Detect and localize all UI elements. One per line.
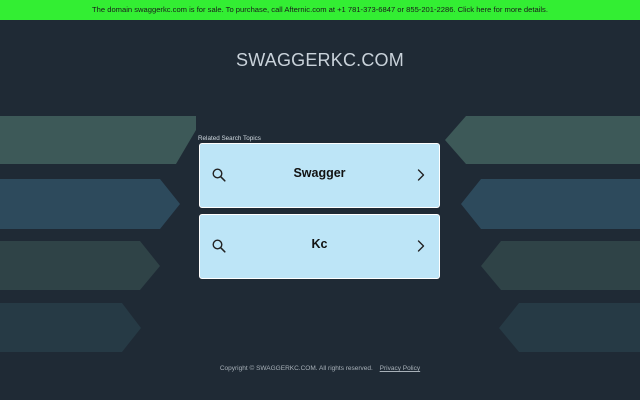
topic-label: Kc — [311, 237, 328, 251]
copyright-text: Copyright © SWAGGERKC.COM. All rights re… — [219, 365, 373, 372]
topic-card-kc[interactable]: Kc — [199, 214, 440, 279]
related-topics-label: Related Search Topics — [198, 135, 261, 142]
right-arrow-shapes — [445, 116, 640, 352]
footer: Copyright © SWAGGERKC.COM. All rights re… — [0, 365, 640, 372]
topic-label: Swagger — [293, 166, 346, 180]
topic-card-swagger[interactable]: Swagger — [199, 143, 440, 208]
left-arrow-shapes — [0, 116, 196, 352]
privacy-policy-link[interactable]: Privacy Policy — [380, 365, 420, 372]
chevron-right-icon — [417, 169, 425, 181]
site-title: SWAGGERKC.COM — [236, 50, 404, 70]
chevron-right-icon — [417, 240, 425, 252]
